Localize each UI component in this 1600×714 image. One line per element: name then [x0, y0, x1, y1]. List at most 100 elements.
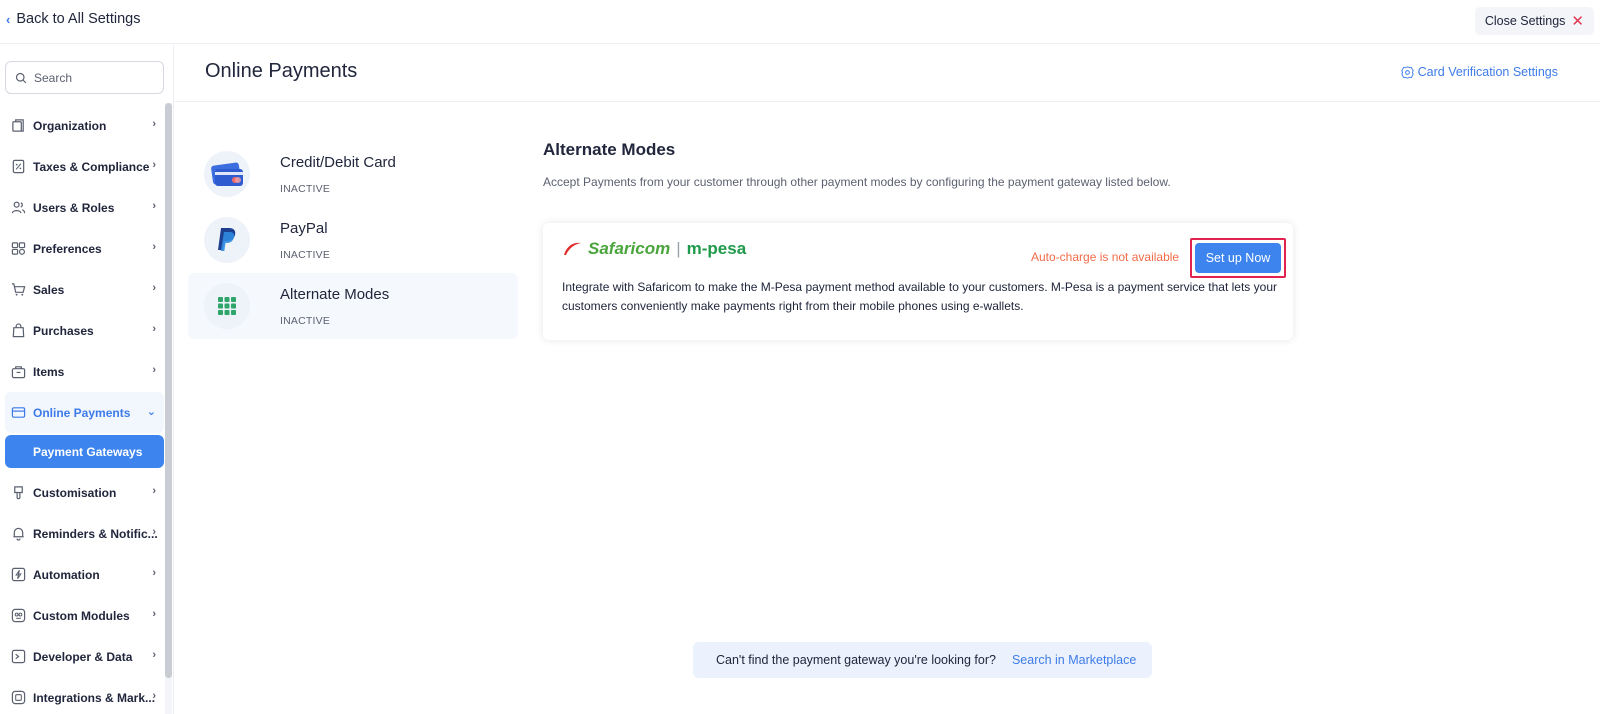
- sidebar-item-label: Integrations & Mark...: [33, 690, 156, 705]
- mode-status: INACTIVE: [280, 182, 331, 195]
- page-title: Online Payments: [205, 60, 358, 82]
- mode-paypal[interactable]: PayPal INACTIVE: [188, 207, 518, 273]
- sidebar-item-sales[interactable]: Sales ›: [5, 269, 164, 310]
- chevron-down-icon: ⌄: [146, 406, 156, 418]
- close-icon: ✕: [1571, 13, 1584, 30]
- gateway-card-mpesa: Safaricom | m-pesa Auto-charge is not av…: [543, 223, 1293, 340]
- mode-name: Alternate Modes: [280, 285, 390, 303]
- chevron-right-icon: ›: [152, 118, 156, 130]
- integrations-icon: [11, 690, 26, 705]
- cart-icon: [11, 282, 26, 297]
- sidebar-item-items[interactable]: Items ›: [5, 351, 164, 392]
- bell-icon: [11, 526, 26, 541]
- logo-divider: |: [676, 239, 681, 258]
- mode-status: INACTIVE: [280, 314, 331, 327]
- search-marketplace-link[interactable]: Search in Marketplace: [1012, 653, 1136, 667]
- search-placeholder: Search: [34, 70, 73, 85]
- sidebar-item-label: Developer & Data: [33, 649, 133, 664]
- sidebar-subitem-payment-gateways[interactable]: Payment Gateways: [5, 435, 164, 468]
- code-icon: [11, 649, 26, 664]
- sidebar-item-users-roles[interactable]: Users & Roles ›: [5, 187, 164, 228]
- chevron-right-icon: ›: [152, 241, 156, 253]
- chevron-right-icon: ›: [152, 282, 156, 294]
- sidebar-item-label: Custom Modules: [33, 608, 130, 623]
- sidebar-item-label: Organization: [33, 118, 107, 133]
- search-input[interactable]: Search: [5, 61, 164, 94]
- sidebar-nav: Organization › Taxes & Compliance › User…: [5, 105, 164, 714]
- sidebar-item-taxes[interactable]: Taxes & Compliance ›: [5, 146, 164, 187]
- tax-document-icon: [11, 159, 26, 174]
- sidebar-item-purchases[interactable]: Purchases ›: [5, 310, 164, 351]
- marketplace-banner: Can't find the payment gateway you're lo…: [693, 642, 1152, 678]
- page-header: Online Payments Card Verification Settin…: [175, 45, 1600, 102]
- mode-name: PayPal: [280, 219, 328, 237]
- sidebar-item-label: Users & Roles: [33, 200, 115, 215]
- sidebar-item-developer-data[interactable]: Developer & Data ›: [5, 636, 164, 677]
- sidebar-item-custom-modules[interactable]: Custom Modules ›: [5, 595, 164, 636]
- sidebar-item-label: Purchases: [33, 323, 94, 338]
- close-settings-button[interactable]: Close Settings ✕: [1474, 7, 1594, 35]
- credit-card-icon: [204, 151, 250, 197]
- basket-icon: [11, 364, 26, 379]
- brush-icon: [11, 485, 26, 500]
- sidebar-item-label: Taxes & Compliance: [33, 159, 150, 174]
- section-description: Accept Payments from your customer throu…: [543, 175, 1171, 189]
- paypal-icon: [204, 217, 250, 263]
- mode-name: Credit/Debit Card: [280, 153, 396, 171]
- sidebar-item-label: Items: [33, 364, 65, 379]
- alternate-modes-panel: Alternate Modes Accept Payments from you…: [543, 140, 1303, 340]
- shopping-bag-icon: [11, 323, 26, 338]
- sidebar-item-organization[interactable]: Organization ›: [5, 105, 164, 146]
- chevron-right-icon: ›: [152, 567, 156, 579]
- safaricom-swoosh-icon: [564, 242, 581, 255]
- card-verification-label: Card Verification Settings: [1417, 65, 1558, 79]
- chevron-right-icon: ›: [152, 323, 156, 335]
- logo-safaricom-text: Safaricom: [588, 239, 671, 258]
- chevron-right-icon: ›: [152, 608, 156, 620]
- chevron-right-icon: ›: [152, 649, 156, 661]
- back-label: Back to All Settings: [16, 11, 141, 27]
- set-up-now-button[interactable]: Set up Now: [1195, 243, 1281, 273]
- settings-sidebar: Search Organization › Taxes & Compliance…: [0, 45, 174, 714]
- safaricom-mpesa-logo: Safaricom | m-pesa: [562, 239, 746, 259]
- chevron-right-icon: ›: [152, 159, 156, 171]
- back-to-settings-link[interactable]: ‹ Back to All Settings: [6, 11, 140, 27]
- custom-module-icon: [11, 608, 26, 623]
- sidebar-item-integrations[interactable]: Integrations & Mark... ›: [5, 677, 164, 714]
- top-bar: ‹ Back to All Settings Close Settings ✕: [0, 0, 1600, 44]
- search-icon: [15, 72, 27, 83]
- payment-modes-list: Credit/Debit Card INACTIVE PayPal INACTI…: [188, 141, 518, 339]
- sidebar-item-label: Online Payments: [33, 405, 131, 420]
- card-icon: [11, 405, 26, 420]
- marketplace-text: Can't find the payment gateway you're lo…: [716, 653, 996, 667]
- users-icon: [11, 200, 26, 215]
- gear-icon: [1400, 65, 1414, 79]
- gateway-description: Integrate with Safaricom to make the M-P…: [562, 280, 1277, 313]
- chevron-right-icon: ›: [152, 364, 156, 376]
- sidebar-item-label: Customisation: [33, 485, 117, 500]
- sidebar-item-preferences[interactable]: Preferences ›: [5, 228, 164, 269]
- mode-credit-debit-card[interactable]: Credit/Debit Card INACTIVE: [188, 141, 518, 207]
- sidebar-item-online-payments[interactable]: Online Payments ⌄: [5, 392, 164, 433]
- logo-mpesa-text: m-pesa: [686, 239, 747, 258]
- preferences-icon: [11, 241, 26, 256]
- sidebar-item-label: Preferences: [33, 241, 102, 256]
- card-verification-settings-link[interactable]: Card Verification Settings: [1400, 65, 1558, 79]
- sidebar-item-label: Reminders & Notific...: [33, 526, 158, 541]
- mode-status: INACTIVE: [280, 248, 331, 261]
- sidebar-scrollbar-thumb[interactable]: [165, 103, 172, 678]
- setup-highlight-frame: Set up Now: [1190, 238, 1286, 278]
- building-icon: [11, 118, 26, 133]
- chevron-right-icon: ›: [152, 200, 156, 212]
- chevron-right-icon: ›: [152, 690, 156, 702]
- mode-alternate-modes[interactable]: Alternate Modes INACTIVE: [188, 273, 518, 339]
- chevron-right-icon: ›: [152, 485, 156, 497]
- sidebar-item-automation[interactable]: Automation ›: [5, 554, 164, 595]
- grid-icon: [204, 283, 250, 329]
- sidebar-item-label: Sales: [33, 282, 65, 297]
- sidebar-item-customisation[interactable]: Customisation ›: [5, 472, 164, 513]
- lightning-icon: [11, 567, 26, 582]
- chevron-right-icon: ›: [152, 526, 156, 538]
- sidebar-item-reminders[interactable]: Reminders & Notific... ›: [5, 513, 164, 554]
- sidebar-item-label: Automation: [33, 567, 100, 582]
